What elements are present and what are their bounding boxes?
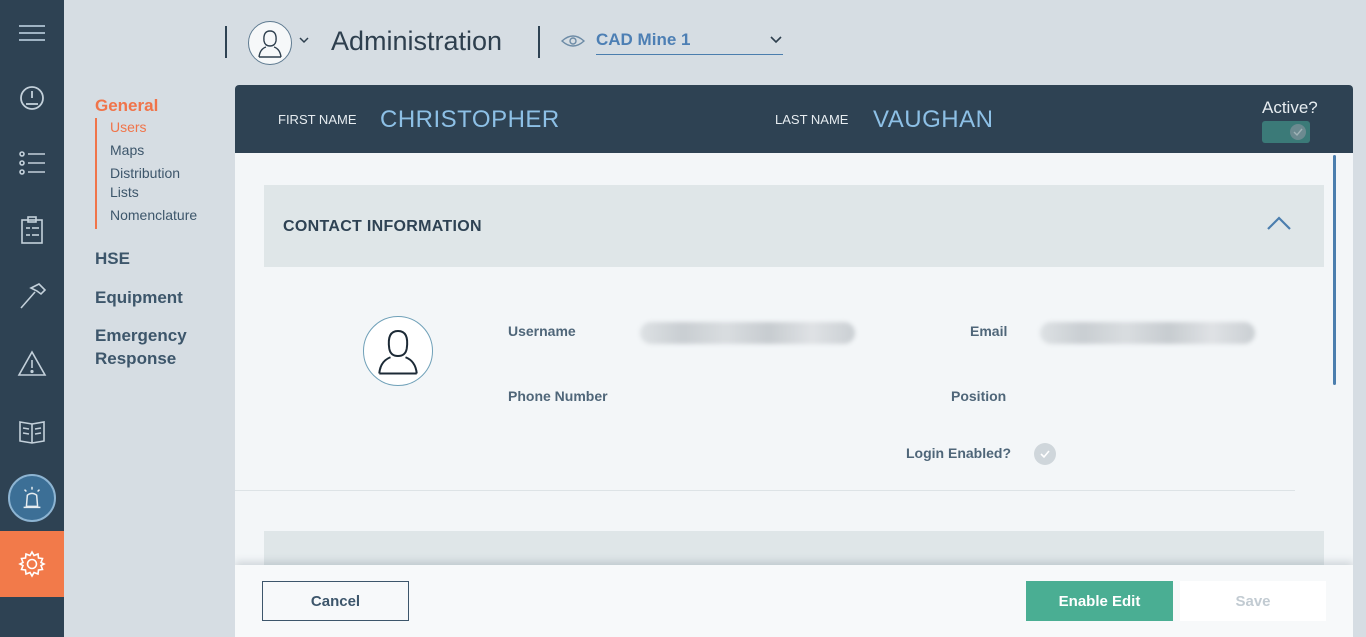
user-avatar-icon <box>258 30 282 58</box>
cancel-button[interactable]: Cancel <box>262 581 409 621</box>
rail-equipment[interactable] <box>0 264 64 330</box>
settings-gear-icon <box>18 550 46 578</box>
rail-documents[interactable] <box>0 398 64 464</box>
active-label: Active? <box>1262 98 1318 117</box>
nav-item-users[interactable]: Users <box>110 118 200 137</box>
profile-avatar <box>363 316 433 386</box>
nav-item-distribution-lists[interactable]: Distribution Lists <box>110 164 200 202</box>
user-detail-card: FIRST NAME CHRISTOPHER LAST NAME VAUGHAN… <box>235 85 1353 637</box>
eye-icon <box>561 35 585 47</box>
active-toggle[interactable] <box>1262 121 1310 143</box>
contact-section-title: CONTACT INFORMATION <box>283 218 482 235</box>
rail-settings[interactable] <box>0 531 64 597</box>
position-label: Position <box>951 388 1007 404</box>
rail-hse[interactable] <box>0 331 64 397</box>
login-enabled-check <box>1034 443 1056 465</box>
site-select-value: CAD Mine 1 <box>596 30 691 49</box>
nav-item-nomenclature[interactable]: Nomenclature <box>110 206 200 225</box>
header-divider <box>225 26 227 58</box>
user-name-bar: FIRST NAME CHRISTOPHER LAST NAME VAUGHAN… <box>235 85 1353 153</box>
email-label: Email <box>970 323 1008 339</box>
page-title: Administration <box>331 26 503 56</box>
nav-section-equipment[interactable]: Equipment <box>95 286 183 309</box>
menu-button[interactable] <box>0 0 64 66</box>
warning-icon <box>17 350 47 376</box>
nav-section-general[interactable]: General <box>95 94 158 117</box>
alarm-beacon-icon <box>23 486 41 509</box>
checklist-icon <box>19 151 45 175</box>
username-label: Username <box>508 323 576 339</box>
nav-section-hse[interactable]: HSE <box>95 247 130 270</box>
last-name-label: LAST NAME <box>775 112 849 127</box>
user-avatar-button[interactable] <box>248 21 292 65</box>
scrollbar[interactable] <box>1333 155 1336 385</box>
admin-nav: General Users Maps Distribution Lists No… <box>64 0 234 637</box>
last-name-value: VAUGHAN <box>873 106 994 133</box>
user-avatar-icon <box>378 329 418 375</box>
first-name-value: CHRISTOPHER <box>380 106 560 133</box>
action-footer: Cancel Enable Edit Save <box>235 565 1353 637</box>
chevron-up-icon[interactable] <box>1266 215 1292 231</box>
nav-item-maps[interactable]: Maps <box>110 141 200 160</box>
check-icon <box>1293 128 1303 137</box>
chevron-down-icon[interactable] <box>298 35 310 45</box>
section-divider <box>235 490 1295 491</box>
toggle-knob <box>1290 124 1306 140</box>
rail-clipboard[interactable] <box>0 197 64 263</box>
hammer-icon <box>20 283 47 309</box>
left-rail <box>0 0 64 637</box>
nav-section-emergency-response[interactable]: Emergency Response <box>95 324 205 370</box>
email-value-redacted <box>1040 322 1255 344</box>
check-icon <box>1040 450 1050 459</box>
rail-dashboard[interactable] <box>0 64 64 130</box>
header-divider-2 <box>538 26 540 58</box>
rail-emergency[interactable] <box>0 465 64 531</box>
book-icon <box>19 421 45 444</box>
nav-general-items: Users Maps Distribution Lists Nomenclatu… <box>95 118 200 229</box>
contact-section-header[interactable]: CONTACT INFORMATION <box>264 185 1324 267</box>
site-select[interactable]: CAD Mine 1 <box>596 30 783 55</box>
first-name-label: FIRST NAME <box>278 112 357 127</box>
phone-label: Phone Number <box>508 388 608 404</box>
dashboard-gauge-icon <box>20 86 44 110</box>
save-button[interactable]: Save <box>1180 581 1326 621</box>
emergency-indicator <box>8 474 56 522</box>
clipboard-icon <box>21 216 43 244</box>
rail-checklist[interactable] <box>0 130 64 196</box>
username-value-redacted <box>640 322 855 344</box>
enable-edit-button[interactable]: Enable Edit <box>1026 581 1173 621</box>
menu-icon <box>19 25 45 41</box>
chevron-down-icon <box>770 36 782 44</box>
login-enabled-label: Login Enabled? <box>906 445 1011 461</box>
